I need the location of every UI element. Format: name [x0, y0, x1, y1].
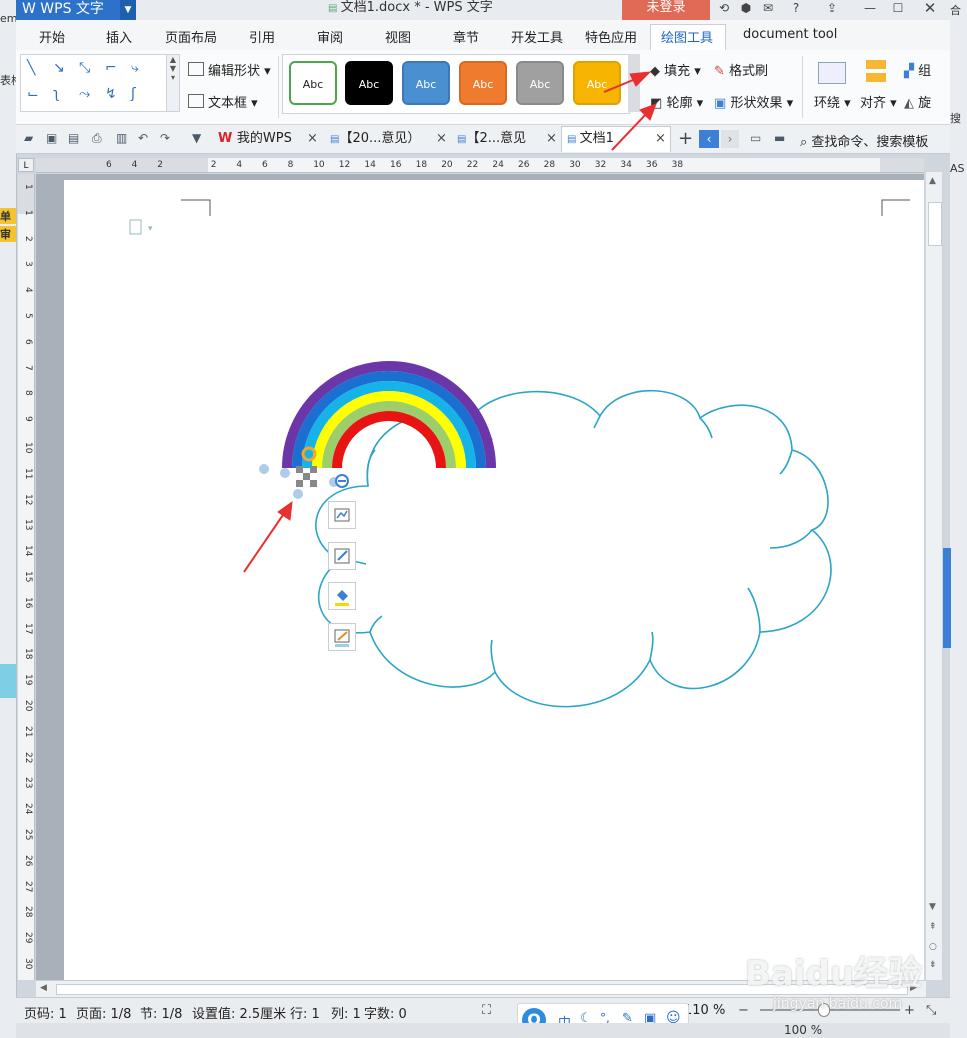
background-window-bottom: 100 % — [16, 1023, 950, 1038]
cloud-inner-curve — [699, 417, 713, 439]
rainbow-shape[interactable] — [282, 361, 496, 469]
watermark-url: jingyan.baidu.com — [773, 996, 903, 1012]
selection-handle[interactable] — [296, 480, 303, 487]
drawing-layer — [243, 71, 832, 708]
outline-quick-button[interactable] — [328, 623, 356, 651]
bg-zoom: 100 % — [784, 1023, 823, 1037]
pen-icon — [334, 548, 350, 564]
cloud-shape[interactable] — [315, 389, 832, 708]
selection-handle[interactable] — [259, 464, 269, 474]
status-page[interactable]: 页面: 1/8 — [76, 1003, 131, 1022]
full-screen-icon[interactable]: ⛶ — [482, 1003, 491, 1018]
status-word-count[interactable]: 字数: 0 — [364, 1003, 407, 1022]
selection-handle[interactable] — [280, 468, 290, 478]
selection-handle[interactable] — [293, 489, 303, 499]
cloud-inner-curve — [593, 415, 601, 429]
status-page-code[interactable]: 页码: 1 — [24, 1003, 67, 1022]
cloud-outline[interactable] — [315, 389, 832, 708]
scroll-left-icon[interactable]: ◀ — [40, 983, 47, 993]
zoom-level[interactable]: 110 % — [684, 1003, 725, 1018]
arrow-head-icon — [629, 71, 652, 87]
watermark-logo: Baidu经验 — [745, 954, 923, 994]
selection-handle[interactable] — [310, 480, 317, 487]
scroll-down-icon[interactable]: ▼ — [929, 902, 936, 912]
red-arrow-3 — [611, 111, 649, 151]
scrollbar-thumb[interactable] — [928, 202, 942, 246]
zoom-out-icon[interactable]: − — [738, 1003, 749, 1018]
arrow-head-icon — [277, 500, 293, 521]
edit-shape-quick-button[interactable] — [328, 542, 356, 570]
cloud-inner-curve — [779, 449, 793, 475]
paint-bucket-icon — [335, 590, 349, 606]
scroll-up-icon[interactable]: ▲ — [929, 176, 936, 186]
cloud-inner-curve — [769, 529, 813, 549]
fill-quick-button[interactable] — [328, 582, 356, 610]
side-panel-handle[interactable] — [943, 548, 951, 648]
select-browse-icon[interactable]: ○ — [929, 942, 937, 952]
next-page-icon[interactable]: ⇟ — [929, 960, 937, 970]
cloud-inner-curve — [747, 587, 761, 633]
selection-handle[interactable] — [296, 466, 303, 473]
resize-icon[interactable]: ⤡ — [926, 1003, 936, 1018]
layout-options-button[interactable] — [328, 501, 356, 529]
red-arrow-1 — [243, 511, 286, 573]
layout-icon — [334, 508, 350, 522]
zoom-in-icon[interactable]: + — [904, 1003, 915, 1018]
prev-page-icon[interactable]: ⇞ — [929, 922, 937, 932]
status-setting[interactable]: 设置值: 2.5厘米 — [192, 1003, 286, 1022]
status-row[interactable]: 行: 1 — [290, 1003, 320, 1022]
cloud-inner-curve — [649, 631, 654, 661]
outline-pen-icon — [334, 629, 350, 647]
selection-handle[interactable] — [310, 466, 317, 473]
status-column[interactable]: 列: 1 — [331, 1003, 361, 1022]
cloud-inner-curve — [490, 639, 496, 673]
vertical-scrollbar[interactable]: ▲ ▼ ⇞ ○ ⇟ — [926, 172, 951, 980]
cloud-inner-curve — [369, 615, 383, 633]
selection-handle[interactable] — [303, 473, 310, 480]
status-section[interactable]: 节: 1/8 — [140, 1003, 182, 1022]
annotation-arrows — [243, 71, 657, 573]
cloud-inner-curve — [366, 449, 376, 487]
